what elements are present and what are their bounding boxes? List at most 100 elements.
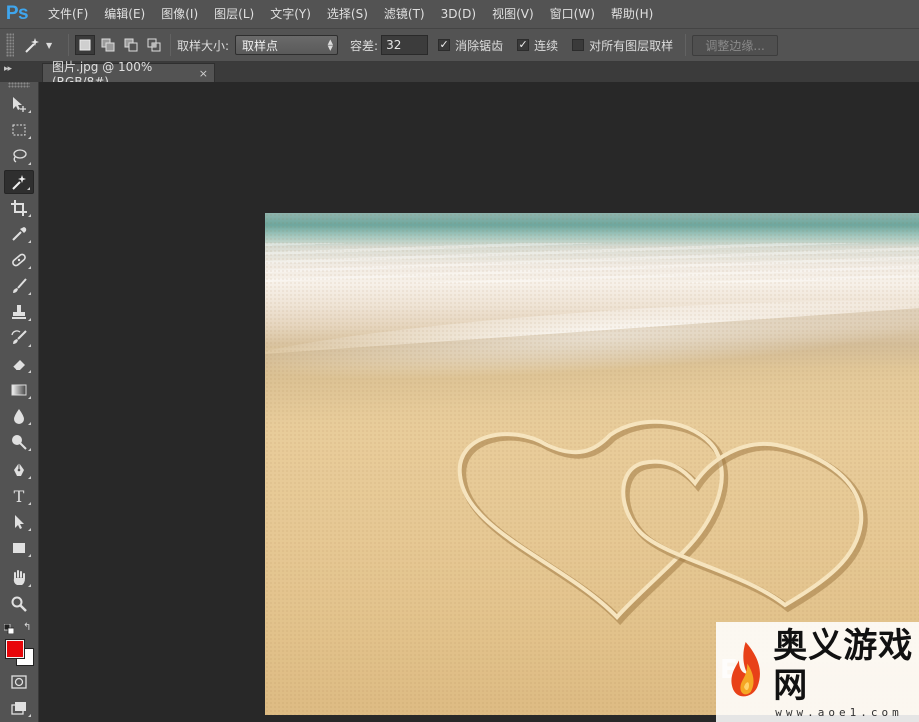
menu-3d[interactable]: 3D(D) bbox=[433, 0, 484, 28]
sample-size-label: 取样大小: bbox=[177, 38, 230, 53]
contiguous-option[interactable]: ✓ 连续 bbox=[517, 37, 558, 54]
watermark-text: 奥义游戏网 www.aoe1.com bbox=[773, 626, 919, 719]
brush-tool-button[interactable] bbox=[4, 274, 34, 298]
contiguous-label: 连续 bbox=[534, 38, 559, 53]
menu-window[interactable]: 窗口(W) bbox=[542, 0, 603, 28]
tool-preset-picker[interactable]: ▼ bbox=[22, 33, 62, 57]
menu-layer[interactable]: 图层(L) bbox=[206, 0, 262, 28]
anti-alias-option[interactable]: ✓ 消除锯齿 bbox=[438, 37, 503, 54]
quick-mask-icon bbox=[11, 675, 27, 689]
type-icon: T bbox=[14, 487, 25, 505]
zoom-icon bbox=[11, 596, 27, 612]
sample-size-select[interactable]: 取样点 ▲ ▼ bbox=[235, 35, 339, 55]
path-selection-icon bbox=[15, 515, 24, 529]
intersect-selection-icon bbox=[147, 38, 161, 52]
marquee-tool-button[interactable] bbox=[4, 118, 34, 142]
gradient-icon bbox=[11, 384, 27, 396]
quick-mask-button[interactable] bbox=[4, 670, 34, 694]
tolerance-label: 容差: bbox=[350, 38, 379, 53]
bandage-icon bbox=[12, 253, 26, 267]
options-bar-grip[interactable] bbox=[6, 33, 14, 57]
contiguous-checkbox[interactable]: ✓ bbox=[517, 39, 530, 51]
photoshop-logo: Ps bbox=[5, 3, 29, 24]
menu-bar: Ps 文件(F) 编辑(E) 图像(I) 图层(L) 文字(Y) 选择(S) 滤… bbox=[0, 0, 919, 28]
select-arrows-icon: ▲ ▼ bbox=[327, 38, 334, 52]
move-tool-button[interactable] bbox=[4, 92, 34, 116]
pen-icon bbox=[14, 463, 24, 476]
tools-panel-grip[interactable] bbox=[8, 82, 30, 88]
sample-all-layers-checkbox[interactable] bbox=[572, 39, 585, 51]
menu-file[interactable]: 文件(F) bbox=[40, 0, 96, 28]
eraser-tool-button[interactable] bbox=[4, 352, 34, 376]
document-tab[interactable]: 图片.jpg @ 100%(RGB/8#) × bbox=[42, 60, 215, 89]
foreground-color-swatch[interactable] bbox=[6, 640, 24, 658]
collapse-panel-icon[interactable]: ▸▸ bbox=[4, 64, 12, 74]
dodge-tool-button[interactable] bbox=[4, 430, 34, 454]
anti-alias-label: 消除锯齿 bbox=[455, 38, 504, 53]
history-brush-icon bbox=[11, 330, 27, 344]
sample-all-layers-option[interactable]: 对所有图层取样 bbox=[572, 37, 673, 54]
watermark-url: www.aoe1.com bbox=[775, 705, 903, 719]
magic-wand-icon bbox=[12, 175, 26, 190]
type-tool-button[interactable]: T bbox=[4, 484, 34, 508]
healing-brush-tool-button[interactable] bbox=[4, 248, 34, 272]
chevron-down-icon: ▼ bbox=[46, 40, 53, 50]
menu-image[interactable]: 图像(I) bbox=[153, 0, 206, 28]
anti-alias-checkbox[interactable]: ✓ bbox=[438, 39, 451, 51]
swap-colors-icon[interactable]: ↰ bbox=[23, 622, 31, 633]
divider bbox=[68, 34, 69, 56]
svg-text:T: T bbox=[14, 487, 25, 505]
gradient-tool-button[interactable] bbox=[4, 378, 34, 402]
menu-edit[interactable]: 编辑(E) bbox=[96, 0, 153, 28]
zoom-tool-button[interactable] bbox=[4, 592, 34, 616]
stamp-icon bbox=[12, 305, 26, 319]
brush-icon bbox=[13, 278, 27, 293]
close-icon[interactable]: × bbox=[199, 67, 208, 80]
color-swatches: ↰ bbox=[4, 620, 36, 668]
screen-mode-button[interactable] bbox=[4, 696, 34, 720]
clone-stamp-tool-button[interactable] bbox=[4, 300, 34, 324]
hand-tool-button[interactable] bbox=[4, 566, 34, 590]
add-to-selection-button[interactable] bbox=[98, 35, 118, 55]
default-colors-icon[interactable] bbox=[4, 624, 14, 634]
menu-view[interactable]: 视图(V) bbox=[484, 0, 542, 28]
document-tab-bar: ▸▸ 图片.jpg @ 100%(RGB/8#) × bbox=[0, 60, 919, 89]
blur-tool-button[interactable] bbox=[4, 404, 34, 428]
subtract-from-selection-button[interactable] bbox=[121, 35, 141, 55]
magic-wand-tool-button[interactable] bbox=[4, 170, 34, 194]
eraser-icon bbox=[12, 360, 25, 371]
menu-type[interactable]: 文字(Y) bbox=[262, 0, 319, 28]
menu-filter[interactable]: 滤镜(T) bbox=[376, 0, 433, 28]
blur-drop-icon bbox=[14, 409, 24, 424]
crop-icon bbox=[11, 200, 27, 216]
selection-mode-group bbox=[75, 35, 164, 55]
tools-panel: T ↰ bbox=[0, 82, 39, 722]
screen-mode-icon bbox=[11, 702, 26, 715]
pen-tool-button[interactable] bbox=[4, 458, 34, 482]
divider bbox=[685, 34, 687, 56]
magic-wand-icon bbox=[25, 38, 39, 53]
dodge-icon bbox=[12, 435, 27, 450]
intersect-selection-button[interactable] bbox=[144, 35, 164, 55]
history-brush-tool-button[interactable] bbox=[4, 326, 34, 350]
watermark-title: 奥义游戏网 bbox=[773, 625, 914, 706]
move-icon bbox=[13, 97, 26, 112]
flame-logo-icon bbox=[731, 642, 760, 697]
sample-size-value: 取样点 bbox=[242, 38, 279, 53]
rectangular-marquee-icon bbox=[12, 124, 26, 136]
crop-tool-button[interactable] bbox=[4, 196, 34, 220]
refine-edge-button[interactable]: 调整边缘... bbox=[692, 34, 779, 56]
menu-select[interactable]: 选择(S) bbox=[319, 0, 376, 28]
path-selection-tool-button[interactable] bbox=[4, 510, 34, 534]
tolerance-input[interactable]: 32 bbox=[381, 35, 429, 55]
add-selection-icon bbox=[101, 38, 115, 52]
watermark: 奥义游戏网 www.aoe1.com bbox=[716, 622, 919, 722]
menu-help[interactable]: 帮助(H) bbox=[603, 0, 661, 28]
hand-icon bbox=[13, 570, 25, 585]
rectangle-tool-button[interactable] bbox=[4, 536, 34, 560]
eyedropper-tool-button[interactable] bbox=[4, 222, 34, 246]
lasso-tool-button[interactable] bbox=[4, 144, 34, 168]
subtract-selection-icon bbox=[124, 38, 138, 52]
new-selection-button[interactable] bbox=[75, 35, 95, 55]
menu-list: 文件(F) 编辑(E) 图像(I) 图层(L) 文字(Y) 选择(S) 滤镜(T… bbox=[40, 0, 661, 28]
